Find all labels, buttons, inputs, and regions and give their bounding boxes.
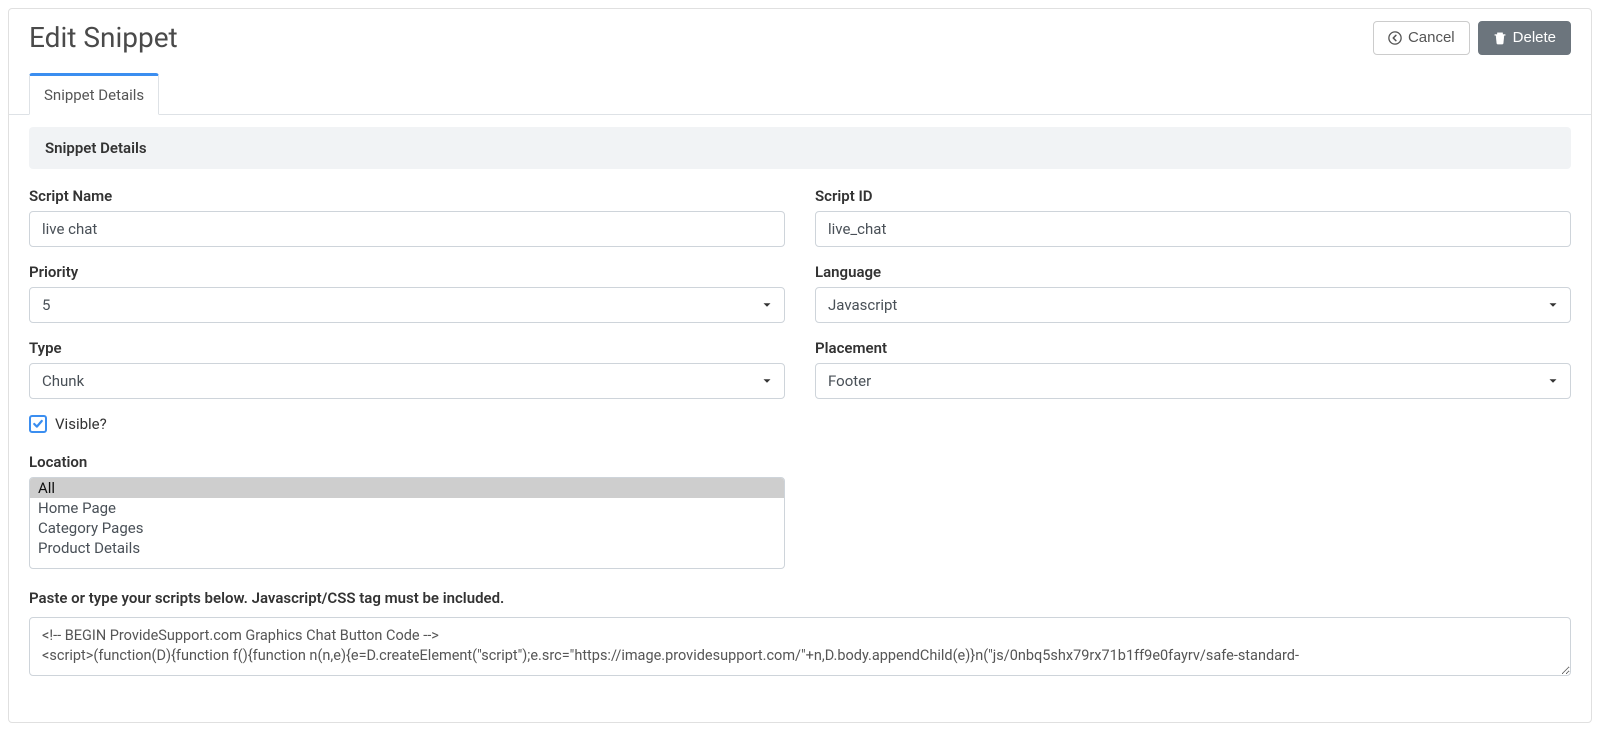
location-option-category[interactable]: Category Pages xyxy=(30,518,784,538)
visible-label: Visible? xyxy=(55,415,107,433)
script-name-label: Script Name xyxy=(29,187,785,205)
header-actions: Cancel Delete xyxy=(1373,21,1571,55)
tab-snippet-details[interactable]: Snippet Details xyxy=(29,73,159,115)
check-icon xyxy=(32,418,44,430)
priority-select[interactable]: 5 xyxy=(29,287,785,323)
location-option-home[interactable]: Home Page xyxy=(30,498,784,518)
type-label: Type xyxy=(29,339,785,357)
cancel-button-label: Cancel xyxy=(1408,29,1455,47)
language-label: Language xyxy=(815,263,1571,281)
location-select[interactable]: All Home Page Category Pages Product Det… xyxy=(29,477,785,569)
visible-checkbox[interactable] xyxy=(29,415,47,433)
location-option-product[interactable]: Product Details xyxy=(30,538,784,558)
scripts-textarea[interactable] xyxy=(29,617,1571,676)
delete-button[interactable]: Delete xyxy=(1478,21,1571,55)
trash-icon xyxy=(1493,31,1507,45)
script-name-input[interactable] xyxy=(29,211,785,247)
location-option-all[interactable]: All xyxy=(30,478,784,498)
panel-header: Snippet Details xyxy=(29,127,1571,169)
scripts-instruction-label: Paste or type your scripts below. Javasc… xyxy=(29,589,1571,607)
priority-label: Priority xyxy=(29,263,785,281)
arrow-left-circle-icon xyxy=(1388,31,1402,45)
type-select[interactable]: Chunk xyxy=(29,363,785,399)
page-title: Edit Snippet xyxy=(29,21,178,54)
script-id-label: Script ID xyxy=(815,187,1571,205)
cancel-button[interactable]: Cancel xyxy=(1373,21,1470,55)
delete-button-label: Delete xyxy=(1513,29,1556,47)
location-label: Location xyxy=(29,453,785,471)
placement-label: Placement xyxy=(815,339,1571,357)
placement-select[interactable]: Footer xyxy=(815,363,1571,399)
tabs: Snippet Details xyxy=(9,73,1591,115)
language-select[interactable]: Javascript xyxy=(815,287,1571,323)
script-id-input[interactable] xyxy=(815,211,1571,247)
